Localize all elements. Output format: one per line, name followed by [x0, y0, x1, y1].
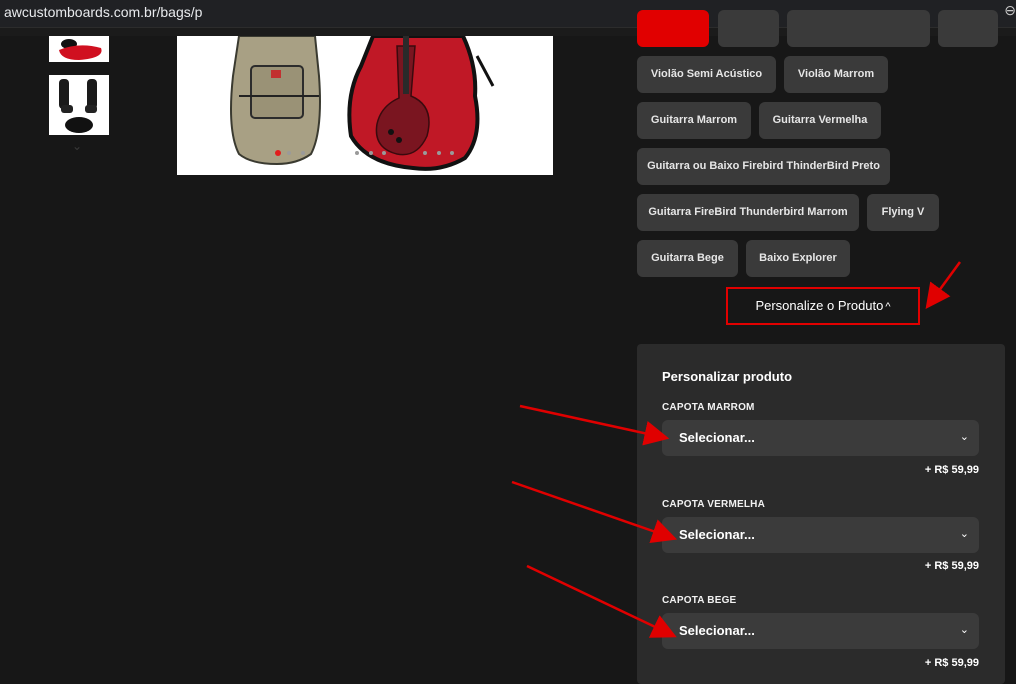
annotation-arrow	[925, 261, 962, 310]
annotation-arrow	[519, 404, 670, 446]
annotation-arrows	[511, 261, 962, 638]
annotation-arrow	[511, 480, 678, 544]
annotation-arrow	[526, 564, 677, 638]
